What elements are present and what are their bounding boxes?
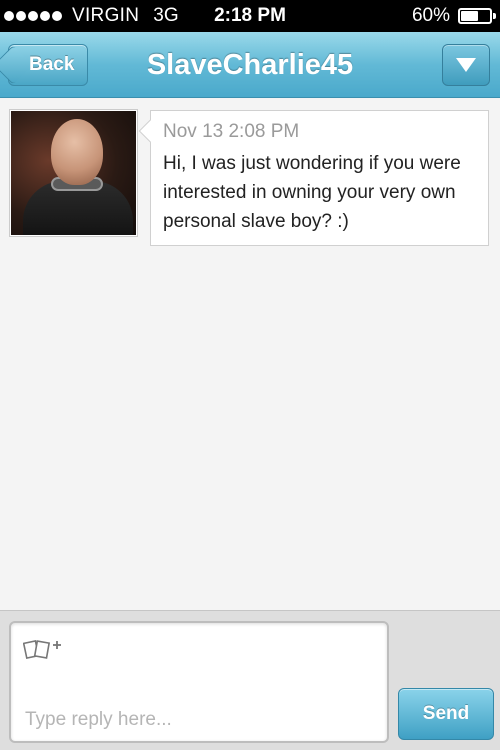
back-button-label: Back — [29, 54, 75, 75]
reply-box[interactable] — [9, 621, 389, 743]
battery-icon — [458, 8, 496, 24]
status-right: 60% — [411, 0, 496, 32]
send-button[interactable]: Send — [398, 688, 494, 740]
signal-strength-icon — [4, 11, 64, 21]
avatar[interactable] — [9, 109, 138, 237]
add-photo-icon[interactable] — [23, 637, 63, 661]
status-bar: VIRGIN 3G 2:18 PM 60% — [0, 0, 500, 32]
network-type: 3G — [153, 5, 179, 26]
carrier-name: VIRGIN — [72, 5, 140, 26]
message-text: Hi, I was just wondering if you were int… — [163, 153, 461, 232]
menu-dropdown-button[interactable] — [442, 44, 490, 86]
reply-input[interactable] — [25, 707, 365, 733]
message-bubble: Nov 13 2:08 PM Hi, I was just wondering … — [138, 110, 489, 246]
profile-photo — [11, 111, 136, 235]
compose-bar: Send — [0, 610, 500, 750]
back-arrow-icon — [0, 45, 33, 85]
battery-fill — [461, 11, 478, 21]
nav-bar: Back SlaveCharlie45 — [0, 32, 500, 98]
message-timestamp: Nov 13 2:08 PM — [163, 121, 300, 142]
status-left: VIRGIN 3G — [4, 0, 179, 32]
back-button[interactable]: Back — [0, 44, 88, 86]
chevron-down-icon — [456, 58, 476, 72]
battery-percent: 60% — [411, 5, 450, 26]
conversation-title: SlaveCharlie45 — [146, 49, 354, 81]
